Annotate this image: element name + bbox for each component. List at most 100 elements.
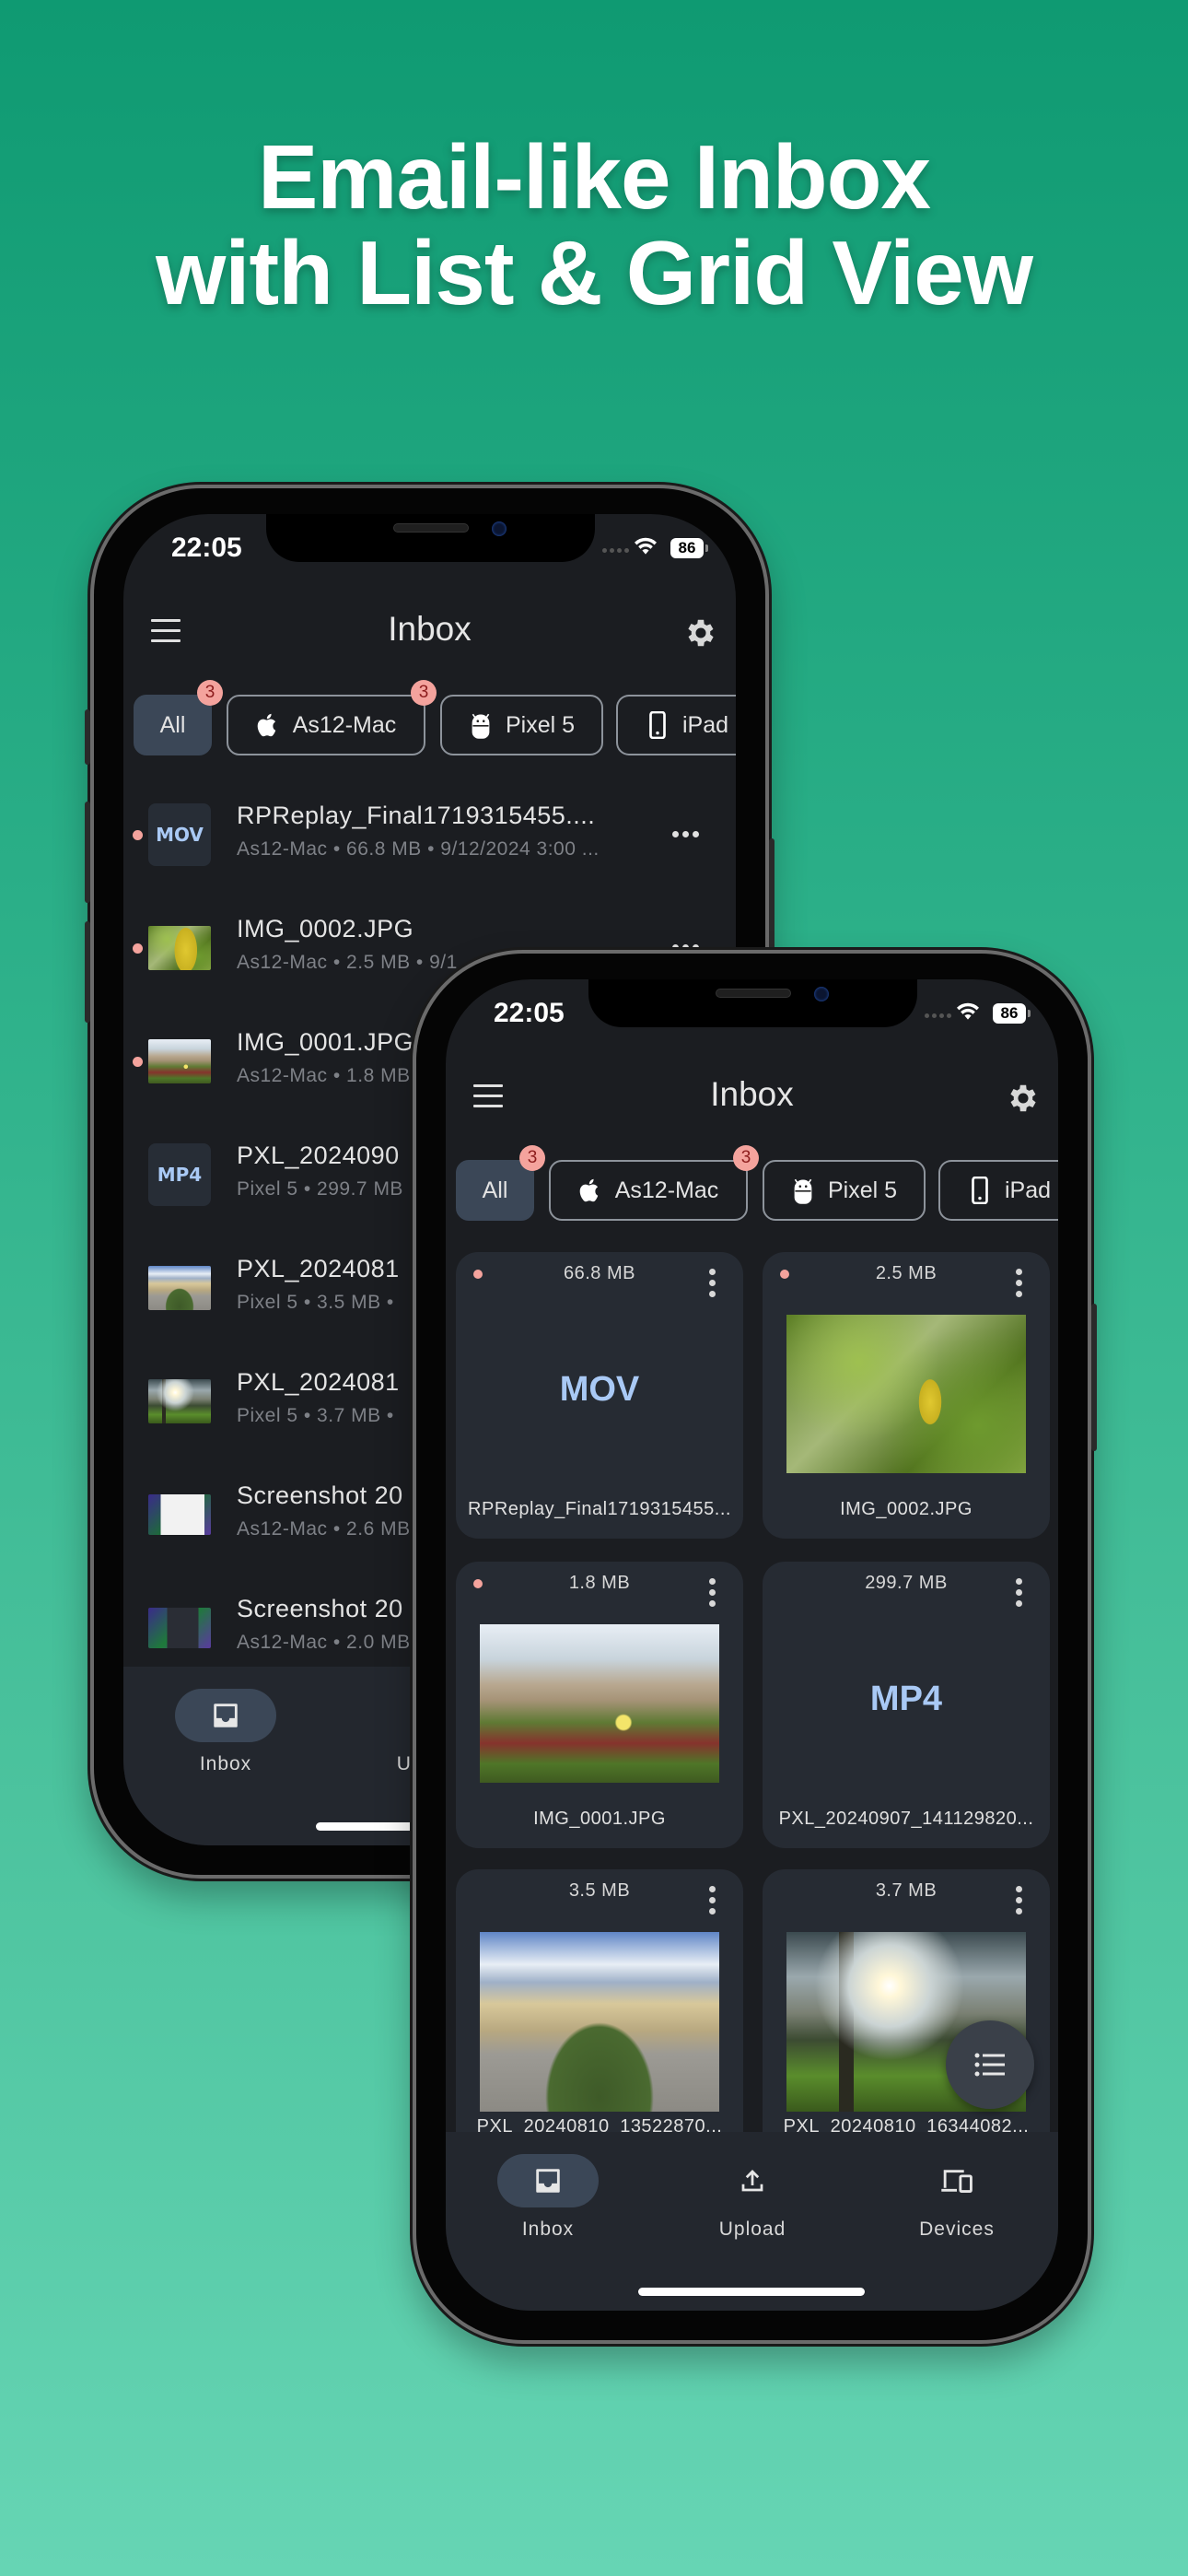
chip-label: All [159, 711, 186, 738]
device-filter-chips: All 3 As12-Mac 3 Pixel 5 iPad [446, 1145, 1058, 1224]
filter-chip-all[interactable]: All 3 [134, 680, 223, 755]
file-name: RPReplay_Final1719315455.... [237, 802, 596, 829]
filter-chip-pixel-5[interactable]: Pixel 5 [763, 1160, 926, 1221]
file-meta: As12-Mac • 2.6 MB [237, 1518, 411, 1540]
wifi-icon [635, 537, 657, 555]
filter-chip-pixel-5[interactable]: Pixel 5 [440, 695, 603, 755]
nav-upload[interactable]: Upload [650, 2154, 855, 2241]
device-filter-chips: All 3 As12-Mac 3 Pixel 5 iPad [123, 680, 736, 759]
chip-label: As12-Mac [614, 1177, 719, 1203]
more-options-icon[interactable] [1016, 1269, 1022, 1297]
battery-icon: 86 [670, 538, 708, 558]
apple-icon [257, 713, 275, 737]
file-name: PXL_20240810_16344082... [783, 2116, 1030, 2132]
image-thumbnail [148, 1266, 211, 1310]
file-name: IMG_0001.JPG [237, 1028, 414, 1056]
android-icon [794, 1178, 812, 1204]
notch [266, 514, 595, 562]
list-item[interactable]: MOV RPReplay_Final1719315455.... As12-Ma… [123, 778, 736, 891]
filter-chip-as12-mac[interactable]: As12-Mac 3 [227, 680, 437, 755]
file-meta: As12-Mac • 2.5 MB • 9/1 [237, 952, 458, 973]
file-name: RPReplay_Final1719315455... [468, 1499, 731, 1519]
wifi-icon [957, 1002, 979, 1020]
nav-inbox[interactable]: Inbox [446, 2154, 650, 2241]
image-thumbnail [148, 1039, 211, 1083]
unread-badge: 3 [519, 1145, 545, 1171]
image-thumbnail [148, 1608, 211, 1648]
more-options-icon[interactable] [709, 1886, 716, 1914]
gear-icon[interactable] [1006, 1081, 1041, 1116]
status-time: 22:05 [494, 998, 565, 1028]
file-name: IMG_0002.JPG [237, 915, 414, 943]
file-name: PXL_20240810_13522870... [476, 2116, 723, 2132]
page-title: Inbox [388, 610, 472, 648]
headline-line-1: Email-like Inbox [257, 126, 931, 228]
grid-card[interactable]: 2.5 MB IMG_0002.JPG [763, 1252, 1050, 1539]
notch [588, 979, 917, 1027]
phone-grid-view: 22:05 86 Inbox All 3 As12-Mac 3 Pixel 5 [413, 950, 1097, 2344]
grid-card[interactable]: 299.7 MB MP4 PXL_20240907_141129820... [763, 1562, 1050, 1848]
app-bar: Inbox [123, 597, 736, 667]
grid-card[interactable]: 3.5 MB PXL_20240810_13522870... [456, 1869, 743, 2132]
nav-label: Upload [718, 2219, 786, 2240]
chip-label: Pixel 5 [827, 1177, 898, 1203]
file-size: 299.7 MB [865, 1573, 948, 1593]
phone-icon [649, 711, 666, 739]
more-options-icon[interactable] [1016, 1886, 1022, 1914]
nav-devices[interactable]: Devices [855, 2154, 1058, 2241]
more-options-icon[interactable] [709, 1578, 716, 1607]
file-meta: As12-Mac • 1.8 MB [237, 1065, 411, 1086]
file-type-thumbnail: MOV [148, 803, 211, 866]
file-meta: Pixel 5 • 299.7 MB [237, 1178, 403, 1200]
more-options-icon[interactable] [672, 831, 699, 837]
filter-chip-ipad[interactable]: iPad [938, 1160, 1058, 1221]
nav-inbox[interactable]: Inbox [123, 1689, 328, 1775]
grid-card[interactable]: 1.8 MB IMG_0001.JPG [456, 1562, 743, 1848]
battery-icon: 86 [993, 1003, 1031, 1024]
filter-chip-all[interactable]: All 3 [456, 1145, 545, 1221]
bottom-nav: Inbox Upload Devices [446, 2132, 1058, 2311]
toggle-list-view-button[interactable] [946, 2020, 1034, 2109]
file-size: 66.8 MB [564, 1263, 635, 1283]
screen: 22:05 86 Inbox All 3 As12-Mac 3 Pixel 5 [446, 979, 1058, 2311]
unread-dot [133, 943, 143, 954]
unread-dot [133, 1057, 143, 1067]
file-name: Screenshot 20 [237, 1595, 403, 1622]
file-meta: As12-Mac • 66.8 MB • 9/12/2024 3:00 ... [237, 838, 600, 860]
file-type-thumbnail: MP4 [148, 1143, 211, 1206]
grid-card[interactable]: 66.8 MB MOV RPReplay_Final1719315455... [456, 1252, 743, 1539]
chip-label: iPad [682, 711, 729, 738]
inbox-icon [214, 1704, 238, 1727]
image-preview [786, 1315, 1026, 1473]
file-name: PXL_20240907_141129820... [778, 1809, 1034, 1829]
image-thumbnail [148, 1379, 211, 1423]
chip-label: As12-Mac [292, 711, 397, 738]
file-name: PXL_2024090 [237, 1142, 400, 1169]
headline: Email-like Inbox with List & Grid View [0, 129, 1188, 321]
file-type-label: MOV [559, 1370, 640, 1409]
file-size: 3.7 MB [875, 1880, 938, 1901]
filter-chip-ipad[interactable]: iPad [616, 695, 736, 755]
android-icon [472, 713, 490, 739]
file-name: PXL_2024081 [237, 1255, 400, 1282]
apple-icon [579, 1178, 598, 1202]
phone-icon [972, 1177, 988, 1204]
status-time: 22:05 [171, 533, 242, 563]
image-preview [480, 1624, 719, 1783]
upload-icon [741, 2170, 763, 2192]
gear-icon[interactable] [683, 615, 718, 650]
more-options-icon[interactable] [709, 1269, 716, 1297]
nav-label: Inbox [521, 2219, 575, 2240]
file-name: IMG_0001.JPG [533, 1809, 666, 1829]
filter-chip-as12-mac[interactable]: As12-Mac 3 [549, 1145, 759, 1221]
image-thumbnail [148, 1494, 211, 1535]
cellular-icon [925, 1013, 951, 1018]
devices-icon [941, 2170, 973, 2193]
chip-label: All [482, 1177, 508, 1203]
more-options-icon[interactable] [1016, 1578, 1022, 1607]
file-size: 1.8 MB [568, 1573, 631, 1593]
unread-badge: 3 [733, 1145, 759, 1171]
file-name: Screenshot 20 [237, 1481, 403, 1509]
file-meta: Pixel 5 • 3.5 MB • [237, 1292, 394, 1313]
unread-badge: 3 [411, 680, 437, 706]
